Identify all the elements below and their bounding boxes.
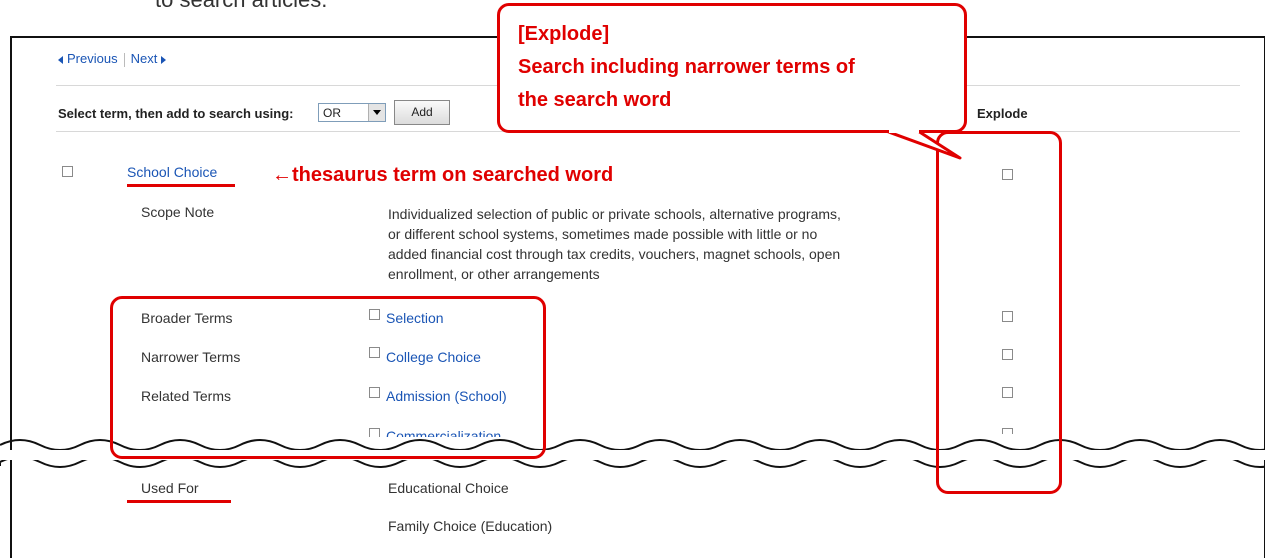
callout-line: Search including narrower terms of [518,56,855,78]
callout-title: [Explode] [518,23,610,45]
callout-line: the search word [518,89,672,111]
callout-tail-join [889,128,919,133]
callout-tail [884,129,962,160]
explode-callout: [Explode] Search including narrower term… [497,3,967,133]
